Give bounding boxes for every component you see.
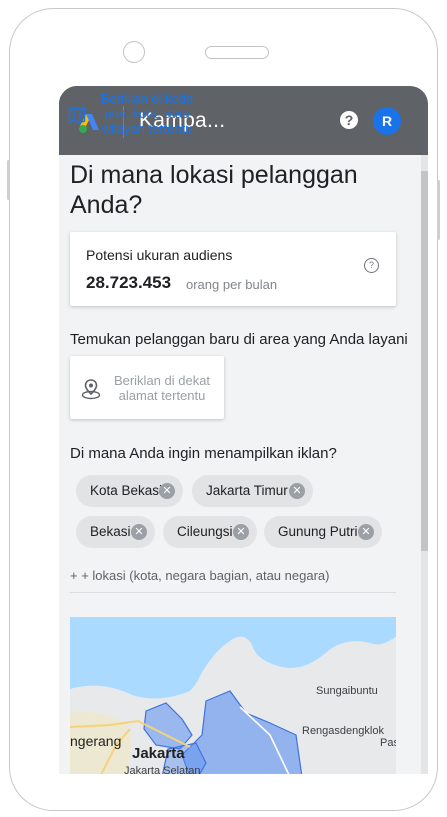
location-chip-label: Cileungsi xyxy=(177,524,233,539)
remove-chip-icon[interactable]: ✕ xyxy=(358,524,374,540)
account-avatar[interactable]: R xyxy=(373,107,401,135)
map-label-pas: Pas xyxy=(380,737,396,749)
map-label-jakarta: Jakarta xyxy=(132,745,185,762)
location-chip-label: Jakarta Timur xyxy=(206,483,288,498)
help-icon[interactable]: ? xyxy=(340,111,358,129)
location-chip: Cileungsi ✕ xyxy=(163,516,257,548)
front-camera xyxy=(123,41,145,63)
location-chip: Gunung Putri ✕ xyxy=(264,516,382,548)
audience-size-label: Potensi ukuran audiens xyxy=(86,247,233,263)
audience-size-card: Potensi ukuran audiens 28.723.453 orang … xyxy=(70,232,396,306)
location-chip-label: Gunung Putri xyxy=(278,524,358,539)
app-screen: Kampa... ? R Di mana lokasi pelanggan An… xyxy=(59,86,428,774)
page-title: Di mana lokasi pelanggan Anda? xyxy=(70,161,358,219)
option-postal-city-region-label: Beriklan di kode pos, kota, atau wilayah… xyxy=(100,91,194,136)
location-map[interactable]: Sungaibuntu Rengasdengklok Pas ngerang J… xyxy=(70,617,396,774)
map-label-tangerang: ngerang xyxy=(70,733,122,749)
remove-chip-icon[interactable]: ✕ xyxy=(131,524,147,540)
location-chip: Kota Bekasi ✕ xyxy=(76,475,183,507)
audience-size-unit: orang per bulan xyxy=(186,277,278,292)
remove-chip-icon[interactable]: ✕ xyxy=(289,483,305,499)
scrollbar-thumb[interactable] xyxy=(421,171,428,551)
map-label-sungaibuntu: Sungaibuntu xyxy=(316,685,378,697)
map-label-jakarta-selatan: Jakarta Selatan xyxy=(124,765,201,774)
location-chip: Bekasi ✕ xyxy=(76,516,155,548)
locations-heading: Di mana Anda ingin menampilkan iklan? xyxy=(70,445,337,462)
audience-size-value: 28.723.453 xyxy=(86,273,172,292)
location-chip: Jakarta Timur ✕ xyxy=(192,475,313,507)
power-button xyxy=(437,180,440,240)
volume-button xyxy=(7,160,10,200)
map-label-rengasdengklok: Rengasdengklok xyxy=(302,725,384,737)
earpiece-speaker xyxy=(205,46,269,59)
targeting-heading: Temukan pelanggan baru di area yang Anda… xyxy=(70,331,408,348)
option-near-address-label: Beriklan di dekat alamat tertentu xyxy=(113,373,211,403)
location-chip-label: Bekasi xyxy=(90,524,131,539)
location-radius-icon xyxy=(81,379,101,400)
audience-help-icon[interactable]: ? xyxy=(364,258,379,273)
map-icon xyxy=(68,106,86,124)
remove-chip-icon[interactable]: ✕ xyxy=(159,483,175,499)
location-chip-label: Kota Bekasi xyxy=(90,483,163,498)
section-divider xyxy=(70,592,396,593)
add-location-link[interactable]: + + lokasi (kota, negara bagian, atau ne… xyxy=(70,568,329,583)
option-near-address[interactable]: Beriklan di dekat alamat tertentu xyxy=(70,356,224,419)
remove-chip-icon[interactable]: ✕ xyxy=(233,524,249,540)
